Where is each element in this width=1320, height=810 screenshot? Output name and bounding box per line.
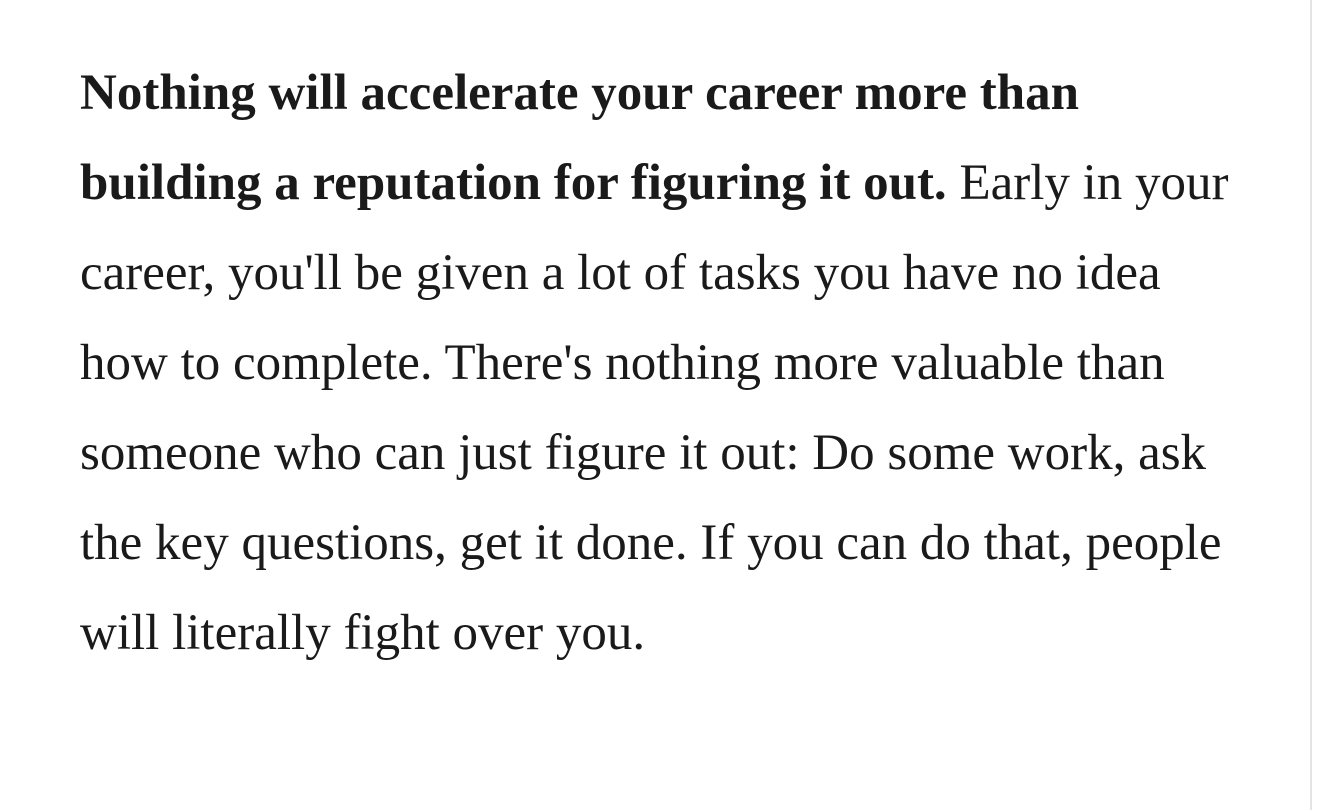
paragraph-body: Early in your career, you'll be given a …	[80, 155, 1229, 661]
lead-sentence: Nothing will accelerate your career more…	[80, 65, 1079, 211]
scrollbar-track[interactable]	[1310, 0, 1320, 810]
article-page: Nothing will accelerate your career more…	[0, 0, 1310, 810]
article-paragraph: Nothing will accelerate your career more…	[80, 48, 1245, 678]
